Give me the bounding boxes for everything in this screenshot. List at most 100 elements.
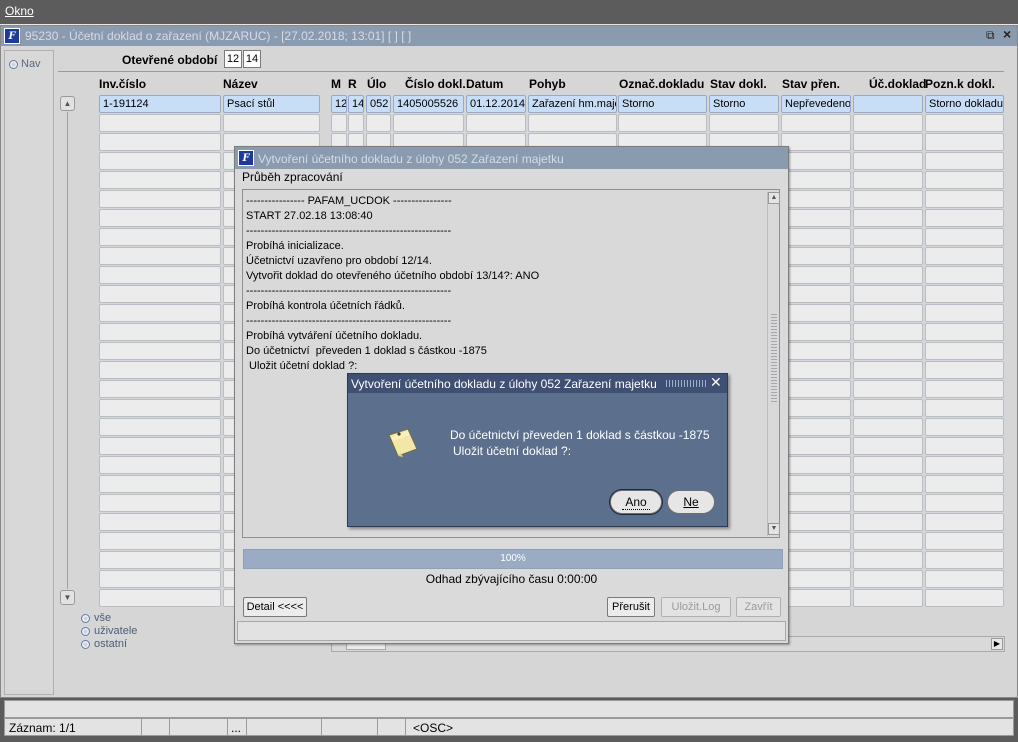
table-cell[interactable] bbox=[781, 114, 851, 132]
table-cell[interactable] bbox=[925, 361, 1004, 379]
table-cell[interactable] bbox=[99, 399, 221, 417]
table-cell[interactable] bbox=[853, 437, 923, 455]
scroll-down-button[interactable]: ▼ bbox=[60, 590, 75, 605]
restore-icon[interactable]: ⧉ bbox=[986, 28, 995, 43]
table-cell[interactable] bbox=[925, 551, 1004, 569]
table-cell[interactable] bbox=[925, 228, 1004, 246]
close-button[interactable]: Zavřít bbox=[736, 597, 781, 617]
table-cell[interactable] bbox=[853, 323, 923, 341]
table-cell[interactable] bbox=[781, 228, 851, 246]
table-cell[interactable] bbox=[853, 589, 923, 607]
table-cell[interactable] bbox=[99, 171, 221, 189]
table-cell[interactable]: Nepřevedeno bbox=[781, 95, 851, 113]
table-cell[interactable] bbox=[99, 342, 221, 360]
table-cell[interactable] bbox=[853, 418, 923, 436]
filter-other-radio[interactable] bbox=[81, 640, 90, 649]
period-month-field[interactable]: 12 bbox=[224, 50, 242, 68]
table-cell[interactable]: 14 bbox=[348, 95, 364, 113]
table-cell[interactable] bbox=[99, 513, 221, 531]
table-cell[interactable] bbox=[781, 133, 851, 151]
table-cell[interactable]: 052 bbox=[366, 95, 391, 113]
scroll-right-button[interactable]: ▶ bbox=[991, 638, 1003, 650]
table-cell[interactable] bbox=[781, 323, 851, 341]
table-cell[interactable] bbox=[99, 304, 221, 322]
no-button[interactable]: Ne bbox=[667, 490, 715, 514]
table-cell[interactable] bbox=[99, 247, 221, 265]
table-cell[interactable]: Storno dokladu bbox=[925, 95, 1004, 113]
table-cell[interactable] bbox=[223, 114, 320, 132]
table-cell[interactable] bbox=[925, 399, 1004, 417]
table-cell[interactable] bbox=[925, 285, 1004, 303]
table-cell[interactable] bbox=[853, 304, 923, 322]
table-cell[interactable] bbox=[853, 171, 923, 189]
menu-item-okno[interactable]: Okno bbox=[5, 4, 34, 18]
table-cell[interactable] bbox=[853, 114, 923, 132]
table-cell[interactable] bbox=[853, 456, 923, 474]
detail-button[interactable]: Detail <<<< bbox=[243, 597, 307, 617]
close-icon[interactable]: ✕ bbox=[710, 374, 722, 391]
table-cell[interactable] bbox=[466, 114, 526, 132]
table-cell[interactable] bbox=[925, 418, 1004, 436]
table-cell[interactable] bbox=[925, 380, 1004, 398]
table-cell[interactable] bbox=[925, 494, 1004, 512]
table-cell[interactable] bbox=[853, 285, 923, 303]
table-cell[interactable] bbox=[781, 209, 851, 227]
table-cell[interactable] bbox=[99, 114, 221, 132]
log-scrollbar[interactable]: ▲ ▼ bbox=[767, 192, 780, 536]
table-cell[interactable] bbox=[366, 114, 391, 132]
table-cell[interactable] bbox=[853, 247, 923, 265]
table-cell[interactable] bbox=[853, 513, 923, 531]
window-title-bar[interactable]: F 95230 - Účetní doklad o zařazení (MJZA… bbox=[1, 26, 1017, 46]
table-cell[interactable] bbox=[925, 247, 1004, 265]
table-cell[interactable] bbox=[99, 551, 221, 569]
scroll-up-button[interactable]: ▲ bbox=[60, 96, 75, 111]
table-cell[interactable] bbox=[853, 532, 923, 550]
table-cell[interactable] bbox=[99, 380, 221, 398]
table-cell[interactable] bbox=[99, 266, 221, 284]
table-cell[interactable] bbox=[781, 266, 851, 284]
table-cell[interactable] bbox=[781, 437, 851, 455]
table-cell[interactable] bbox=[853, 266, 923, 284]
yes-button[interactable]: Ano bbox=[610, 490, 662, 514]
table-cell[interactable] bbox=[781, 190, 851, 208]
table-cell[interactable] bbox=[853, 152, 923, 170]
table-cell[interactable] bbox=[853, 190, 923, 208]
table-cell[interactable] bbox=[781, 551, 851, 569]
table-cell[interactable] bbox=[925, 152, 1004, 170]
table-cell[interactable] bbox=[348, 114, 364, 132]
table-cell[interactable] bbox=[925, 190, 1004, 208]
table-cell[interactable] bbox=[781, 361, 851, 379]
table-cell[interactable] bbox=[925, 114, 1004, 132]
table-cell[interactable] bbox=[925, 323, 1004, 341]
filter-all-radio[interactable] bbox=[81, 614, 90, 623]
table-cell[interactable]: 01.12.2014 bbox=[466, 95, 526, 113]
table-cell[interactable]: Storno bbox=[709, 95, 779, 113]
filter-user-radio[interactable] bbox=[81, 627, 90, 636]
table-cell[interactable] bbox=[925, 342, 1004, 360]
save-log-button[interactable]: Uložit.Log bbox=[661, 597, 731, 617]
table-cell[interactable] bbox=[853, 342, 923, 360]
window-close-icon[interactable]: × bbox=[1003, 26, 1011, 42]
table-cell[interactable] bbox=[853, 380, 923, 398]
table-cell[interactable] bbox=[853, 209, 923, 227]
table-cell[interactable] bbox=[781, 494, 851, 512]
table-cell[interactable] bbox=[781, 285, 851, 303]
table-cell[interactable] bbox=[853, 570, 923, 588]
table-cell[interactable] bbox=[781, 456, 851, 474]
table-cell[interactable] bbox=[781, 152, 851, 170]
table-cell[interactable] bbox=[925, 133, 1004, 151]
nav-radio[interactable] bbox=[9, 60, 18, 69]
table-cell[interactable] bbox=[925, 437, 1004, 455]
table-cell[interactable] bbox=[99, 570, 221, 588]
table-cell[interactable] bbox=[781, 247, 851, 265]
table-cell[interactable]: Zařazení hm.maje bbox=[528, 95, 617, 113]
table-cell[interactable] bbox=[853, 475, 923, 493]
table-cell[interactable] bbox=[99, 418, 221, 436]
period-year-field[interactable]: 14 bbox=[243, 50, 261, 68]
table-cell[interactable] bbox=[853, 133, 923, 151]
table-cell[interactable] bbox=[781, 532, 851, 550]
table-cell[interactable] bbox=[925, 475, 1004, 493]
table-cell[interactable] bbox=[853, 228, 923, 246]
table-cell[interactable] bbox=[99, 209, 221, 227]
table-cell[interactable] bbox=[99, 456, 221, 474]
